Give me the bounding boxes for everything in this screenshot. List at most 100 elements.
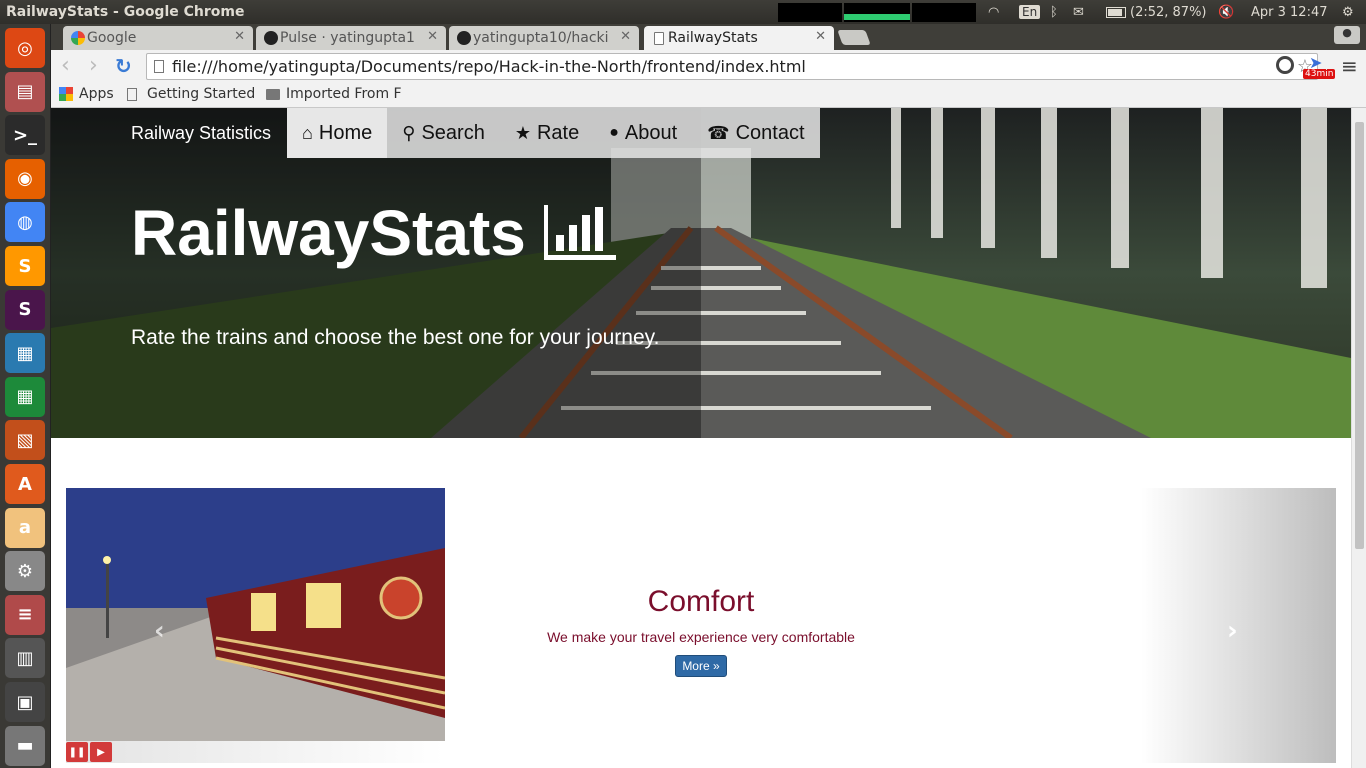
hero-title: RailwayStats — [131, 196, 616, 270]
launcher-trash[interactable]: ▬ — [5, 725, 45, 766]
mail-icon[interactable]: ✉ — [1073, 0, 1084, 24]
keyboard-layout-indicator[interactable]: En — [1019, 0, 1041, 24]
nav-contact[interactable]: ☎ Contact — [692, 108, 819, 158]
chrome-icon: ◍ — [17, 211, 33, 233]
navbar-brand[interactable]: Railway Statistics — [116, 108, 286, 158]
nav-home[interactable]: ⌂ Home — [287, 108, 388, 158]
carousel-next-arrow[interactable]: › — [1227, 616, 1238, 646]
close-icon[interactable]: ✕ — [620, 29, 631, 44]
close-icon[interactable]: ✕ — [815, 29, 826, 44]
github-icon — [264, 31, 278, 45]
reload-icon[interactable]: ↻ — [115, 54, 132, 78]
bookmarks-bar: Apps Getting Started Imported From F — [51, 83, 1366, 108]
bookmark-imported[interactable]: Imported From F — [266, 86, 402, 102]
carousel-prev-arrow[interactable]: ‹ — [154, 616, 165, 646]
bluetooth-icon[interactable]: ᛒ — [1050, 0, 1058, 24]
menu-icon[interactable]: ≡ — [1341, 54, 1358, 78]
top-panel: RailwayStats - Google Chrome ◠ En ᛒ ✉ (2… — [0, 0, 1366, 24]
page-scrollbar[interactable] — [1351, 108, 1366, 768]
back-icon[interactable]: ‹ — [61, 53, 70, 78]
search-icon: ⚲ — [402, 122, 416, 143]
scroll-thumb[interactable] — [1355, 122, 1364, 549]
tab-pulse[interactable]: Pulse · yatingupta10 ✕ — [256, 26, 446, 50]
clock[interactable]: Apr 3 12:47 — [1251, 0, 1328, 24]
nav-label: Search — [421, 121, 485, 144]
launcher-mixer[interactable]: ≡ — [5, 594, 45, 635]
bookmark-apps[interactable]: Apps — [59, 86, 114, 102]
wifi-icon[interactable]: ◠ — [988, 0, 999, 24]
files-icon: ▤ — [16, 81, 34, 103]
mixer-icon: ≡ — [17, 604, 33, 626]
tab-google[interactable]: Google ✕ — [63, 26, 253, 50]
nav-label: Contact — [735, 121, 805, 144]
nav-search[interactable]: ⚲ Search — [387, 108, 500, 158]
slack-icon: S — [18, 299, 32, 321]
battery-indicator[interactable]: (2:52, 87%) — [1106, 0, 1207, 24]
phone-icon: ☎ — [707, 122, 730, 143]
bookmark-label: Imported From F — [286, 86, 402, 102]
launcher-system-settings[interactable]: ⚙ — [5, 551, 45, 592]
bookmark-getting-started[interactable]: Getting Started — [127, 86, 255, 102]
workspaces-icon: ▣ — [16, 691, 34, 713]
launcher-files[interactable]: ▤ — [5, 71, 45, 112]
navbar: Railway Statistics ⌂ Home ⚲ Search ★ Rat… — [116, 108, 831, 158]
url-text: file:///home/yatingupta/Documents/repo/H… — [172, 57, 806, 76]
page-icon — [127, 87, 137, 101]
battery-icon — [1106, 6, 1126, 18]
tab-railwaystats[interactable]: RailwayStats ✕ — [644, 26, 834, 50]
launcher-amazon[interactable]: a — [5, 507, 45, 548]
launcher-impress[interactable]: ▧ — [5, 420, 45, 461]
settings-icon: ⚙ — [16, 560, 34, 582]
nav-label: Rate — [536, 121, 580, 144]
launcher-calc[interactable]: ▦ — [5, 376, 45, 417]
caption-title: Comfort — [647, 585, 755, 618]
extension-icon[interactable] — [1276, 56, 1294, 74]
close-icon[interactable]: ✕ — [234, 29, 245, 44]
launcher-slack[interactable]: S — [5, 289, 45, 330]
impress-icon: ▧ — [16, 429, 34, 451]
ubuntu-icon: ◎ — [17, 37, 33, 59]
sublime-icon: S — [18, 255, 32, 277]
feature-carousel: ‹ Comfort We make your travel experience… — [66, 488, 1336, 763]
tab-label: Pulse · yatingupta10 — [280, 30, 415, 46]
launcher-writer[interactable]: ▦ — [5, 333, 45, 374]
cpu-monitor-graph — [912, 3, 976, 22]
nav-about[interactable]: ● About — [594, 108, 692, 158]
new-tab-button[interactable] — [837, 30, 871, 45]
firefox-icon: ◉ — [17, 168, 33, 190]
browser-toolbar: ‹ › ↻ file:///home/yatingupta/Documents/… — [51, 50, 1366, 83]
hero-section: Railway Statistics ⌂ Home ⚲ Search ★ Rat… — [51, 108, 1351, 438]
launcher-chrome[interactable]: ◍ — [5, 202, 45, 243]
carousel-right-gradient — [1141, 488, 1336, 763]
session-gear-icon[interactable]: ⚙ — [1342, 0, 1354, 24]
pause-icon[interactable]: ❚❚ — [66, 742, 88, 762]
terminal-icon: >_ — [12, 124, 38, 146]
page-viewport: Railway Statistics ⌂ Home ⚲ Search ★ Rat… — [51, 108, 1351, 768]
hero-subtitle: Rate the trains and choose the best one … — [131, 326, 660, 349]
play-icon[interactable]: ▶ — [90, 742, 112, 762]
launcher-storage[interactable]: ▥ — [5, 638, 45, 679]
timer-extension-icon[interactable]: ➤ 43min — [1303, 53, 1336, 80]
volume-muted-icon[interactable]: 🔇 — [1218, 0, 1234, 24]
nav-rate[interactable]: ★ Rate — [500, 108, 594, 158]
launcher-sublime-text[interactable]: S — [5, 246, 45, 286]
launcher-workspaces[interactable]: ▣ — [5, 682, 45, 722]
extension-badge: 43min — [1303, 69, 1336, 79]
bookmark-label: Apps — [79, 86, 114, 102]
caption-text: We make your travel experience very comf… — [547, 629, 855, 645]
unity-launcher: ◎ ▤ >_ ◉ ◍ S S ▦ ▦ ▧ Aa ⚙ ≡ ▥ ▣ ▬ — [0, 24, 51, 768]
more-button[interactable]: More » — [675, 655, 727, 677]
launcher-firefox[interactable]: ◉ — [5, 158, 45, 199]
tab-label: RailwayStats — [668, 30, 758, 46]
address-bar[interactable]: file:///home/yatingupta/Documents/repo/H… — [146, 53, 1318, 80]
page-icon — [154, 60, 164, 73]
launcher-dash-home[interactable]: ◎ — [5, 28, 45, 68]
nav-links: ⌂ Home ⚲ Search ★ Rate ● About ☎ Contact — [287, 108, 820, 158]
software-center-icon: A — [18, 473, 32, 495]
close-icon[interactable]: ✕ — [427, 29, 438, 44]
tab-repo[interactable]: yatingupta10/hackin ✕ — [449, 26, 639, 50]
launcher-terminal[interactable]: >_ — [5, 115, 45, 156]
profile-button[interactable]: ● — [1334, 26, 1360, 44]
launcher-software-center[interactable]: A — [5, 464, 45, 504]
forward-icon[interactable]: › — [89, 53, 98, 78]
